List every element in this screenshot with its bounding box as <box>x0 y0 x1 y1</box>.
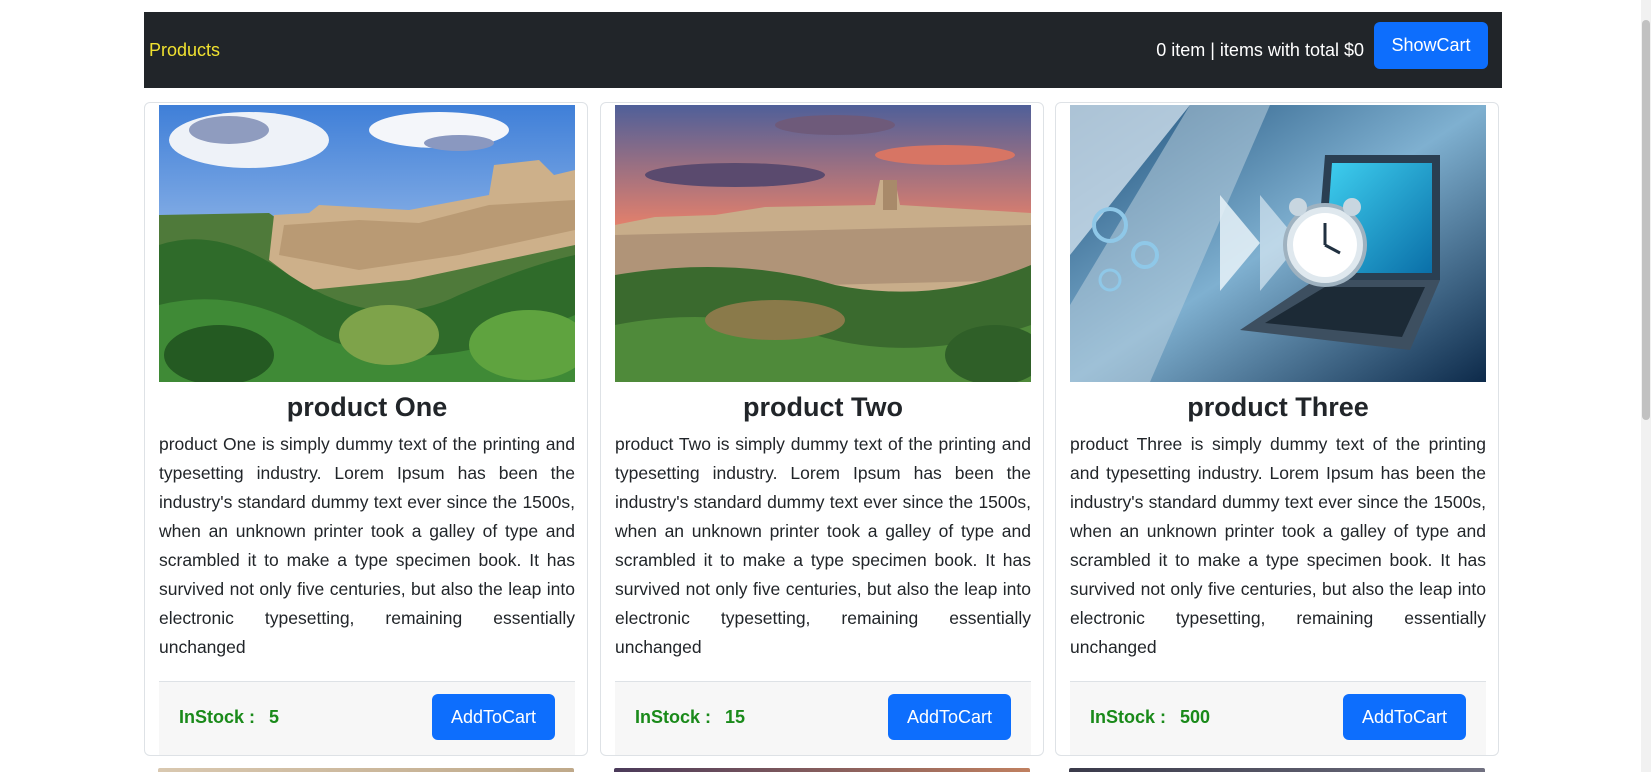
cart-summary: 0 item | items with total $0 <box>1156 40 1364 60</box>
add-to-cart-button[interactable]: AddToCart <box>1343 694 1466 740</box>
product-footer: InStock : 5 AddToCart <box>159 681 575 755</box>
product-card-three: product Three product Three is simply du… <box>1055 102 1499 756</box>
hilltop-town-sunset-image <box>615 105 1031 382</box>
product-title: product Two <box>743 392 903 422</box>
stock-indicator: InStock : 15 <box>635 682 745 752</box>
product-title: product Three <box>1187 392 1369 422</box>
laptop-with-alarm-clock-image <box>1070 105 1486 382</box>
product-description: product Three is simply dummy text of th… <box>1070 434 1486 657</box>
page-scrollbar[interactable] <box>1641 0 1651 772</box>
page: Products 0 item | items with total $0 Sh… <box>0 0 1651 772</box>
product-image-three <box>1070 105 1486 382</box>
next-product-image-peek <box>614 768 1030 772</box>
product-description: product One is simply dummy text of the … <box>159 434 575 657</box>
stock-value: 5 <box>269 707 280 727</box>
add-to-cart-button[interactable]: AddToCart <box>432 694 555 740</box>
stock-value: 500 <box>1180 707 1211 727</box>
brand-link[interactable]: Products <box>149 12 220 88</box>
stock-value: 15 <box>725 707 746 727</box>
product-grid: product One product One is simply dummy … <box>144 102 1502 772</box>
show-cart-button[interactable]: ShowCart <box>1374 22 1488 69</box>
add-to-cart-button[interactable]: AddToCart <box>888 694 1011 740</box>
stock-label: InStock : <box>635 707 712 727</box>
product-description: product Two is simply dummy text of the … <box>615 434 1031 657</box>
stock-indicator: InStock : 500 <box>1090 682 1210 752</box>
top-navbar: Products 0 item | items with total $0 Sh… <box>144 12 1502 88</box>
product-card-one: product One product One is simply dummy … <box>144 102 588 756</box>
stock-label: InStock : <box>179 707 256 727</box>
product-footer: InStock : 15 AddToCart <box>615 681 1031 755</box>
next-product-image-peek <box>1069 768 1485 772</box>
stock-indicator: InStock : 5 <box>179 682 279 752</box>
product-title: product One <box>286 392 448 422</box>
product-footer: InStock : 500 AddToCart <box>1070 681 1486 755</box>
scrollbar-thumb[interactable] <box>1642 20 1650 420</box>
stock-label: InStock : <box>1090 707 1167 727</box>
product-card-two: product Two product Two is simply dummy … <box>600 102 1044 756</box>
hilltop-town-landscape-image <box>159 105 575 382</box>
product-image-one <box>159 105 575 382</box>
product-image-two <box>615 105 1031 382</box>
next-product-image-peek <box>158 768 574 772</box>
